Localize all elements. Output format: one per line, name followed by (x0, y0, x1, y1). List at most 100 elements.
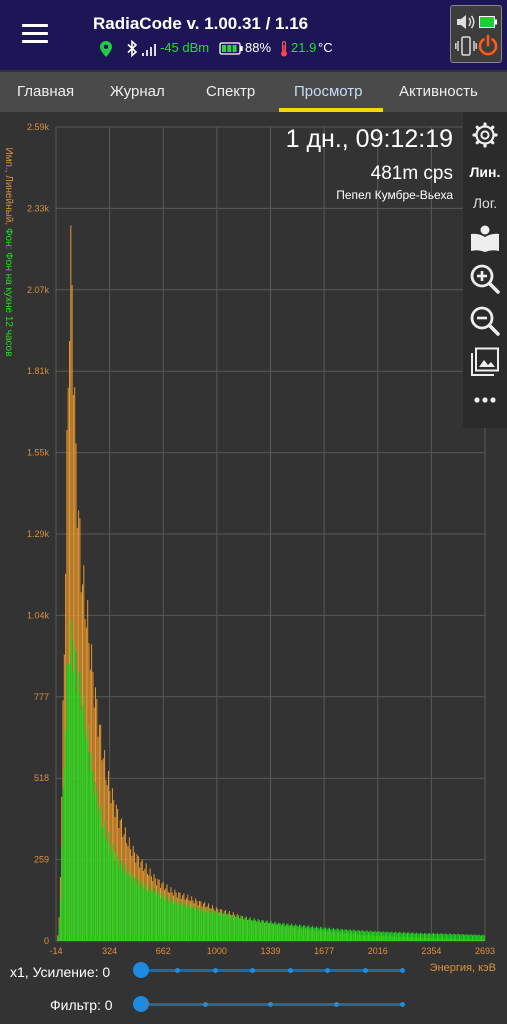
background-bar (413, 933, 415, 941)
background-bar (343, 930, 345, 941)
background-bar (355, 930, 356, 941)
background-bar (108, 832, 109, 941)
settings-icon[interactable] (463, 121, 507, 154)
background-bar (349, 929, 351, 941)
background-bar (361, 930, 363, 941)
background-bar (210, 912, 212, 941)
tab-spectrum[interactable]: Спектр (206, 83, 255, 100)
background-bar (102, 826, 104, 941)
background-bar (206, 911, 208, 941)
background-bar (248, 919, 250, 941)
x-axis-title: Энергия, кэВ (429, 962, 496, 974)
background-bar (62, 788, 64, 941)
background-bar (270, 920, 272, 941)
zoom-out-icon[interactable] (463, 305, 507, 342)
filter-label: Фильтр: 0 (50, 997, 113, 1013)
measurement-time: 1 дн., 09:12:19 (285, 125, 453, 153)
background-bar (478, 934, 480, 941)
tab-view[interactable]: Просмотр (294, 83, 363, 100)
speaker-icon[interactable] (456, 13, 476, 31)
background-bar (178, 901, 180, 941)
background-bar (100, 805, 102, 941)
background-bar (356, 930, 358, 941)
background-bar (149, 885, 151, 941)
background-bar (286, 924, 288, 941)
background-bar (366, 930, 368, 941)
background-bar (186, 905, 187, 941)
linear-scale-button[interactable]: Лин. (463, 164, 507, 180)
background-bar (331, 929, 333, 941)
background-bar (114, 861, 116, 941)
background-bar (452, 934, 454, 941)
tab-journal[interactable]: Журнал (110, 83, 165, 100)
y-tick-label: 777 (34, 692, 49, 702)
background-bar (69, 664, 70, 941)
background-bar (192, 907, 194, 941)
background-bar (119, 861, 121, 941)
background-bar (153, 887, 155, 941)
gain-slider-thumb[interactable] (133, 962, 149, 978)
background-bar (416, 932, 418, 941)
gain-label: x1, Усиление: 0 (10, 964, 111, 980)
background-bar (106, 841, 108, 941)
background-bar (339, 930, 341, 941)
background-bar (113, 850, 115, 941)
background-bar (382, 931, 384, 941)
background-bar (323, 927, 325, 941)
background-bar (412, 932, 414, 941)
background-bar (75, 652, 77, 941)
background-bar (474, 934, 476, 941)
power-icon[interactable] (477, 34, 499, 56)
bluetooth-icon (127, 40, 138, 57)
background-bar (57, 937, 59, 941)
background-bar (309, 927, 311, 941)
background-bar (104, 820, 106, 941)
zoom-in-icon[interactable] (463, 263, 507, 300)
tab-main[interactable]: Главная (17, 83, 74, 100)
image-gallery-icon[interactable] (463, 347, 507, 382)
background-bar (378, 930, 380, 941)
background-bar (122, 871, 124, 941)
x-tick-label: 2693 (475, 946, 495, 956)
x-tick-label: -14 (49, 946, 62, 956)
filter-slider-thumb[interactable] (133, 996, 149, 1012)
background-bar (448, 933, 450, 941)
library-book-icon[interactable] (463, 224, 507, 257)
log-scale-button[interactable]: Лог. (463, 195, 507, 211)
background-bar (344, 929, 346, 941)
background-bar (123, 869, 125, 941)
background-bar (287, 923, 289, 941)
background-bar (278, 922, 280, 941)
background-bar (66, 664, 68, 941)
background-bar (296, 925, 298, 941)
vibrate-icon[interactable] (455, 36, 477, 56)
background-bar (140, 882, 142, 941)
background-bar (431, 933, 433, 941)
background-bar (338, 929, 340, 941)
background-bar (348, 929, 350, 941)
background-bar (169, 901, 171, 941)
background-bar (136, 877, 138, 941)
background-bar (433, 933, 434, 941)
menu-icon[interactable] (22, 24, 48, 44)
background-bar (152, 893, 154, 941)
background-bar (92, 772, 94, 941)
spectrum-chart[interactable]: 0 259 518 777 1.04k 1.29k 1.55k 1.81k 2.07k 2.33k… (0, 112, 507, 962)
tab-activity[interactable]: Активность (399, 83, 478, 100)
more-options-icon[interactable] (463, 392, 507, 410)
background-bar (249, 917, 251, 941)
background-bar (325, 927, 327, 941)
background-bar (243, 919, 245, 941)
background-bar (283, 923, 285, 941)
background-bar (409, 933, 411, 941)
background-bar (239, 919, 241, 941)
background-bar (158, 891, 160, 941)
background-bar (257, 919, 259, 941)
background-bar (170, 897, 172, 941)
background-bar (232, 913, 234, 941)
background-bar (137, 879, 139, 941)
background-bar (290, 925, 291, 941)
background-bar (161, 894, 163, 941)
background-bar (313, 927, 315, 941)
background-bar (258, 920, 260, 941)
